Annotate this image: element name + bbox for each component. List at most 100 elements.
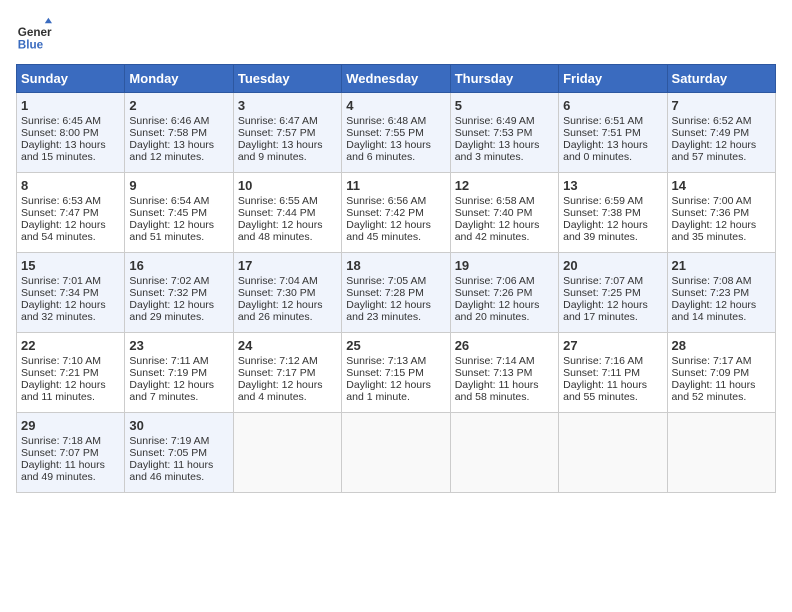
day-info: and 20 minutes.: [455, 311, 554, 323]
day-info: Sunset: 7:53 PM: [455, 127, 554, 139]
day-number: 7: [672, 98, 771, 113]
day-info: Sunset: 7:09 PM: [672, 367, 771, 379]
day-number: 11: [346, 178, 445, 193]
day-info: Sunset: 7:58 PM: [129, 127, 228, 139]
day-info: Daylight: 12 hours: [346, 379, 445, 391]
day-number: 13: [563, 178, 662, 193]
calendar-cell: 23Sunrise: 7:11 AMSunset: 7:19 PMDayligh…: [125, 333, 233, 413]
day-info: Daylight: 12 hours: [346, 219, 445, 231]
calendar-week-row: 15Sunrise: 7:01 AMSunset: 7:34 PMDayligh…: [17, 253, 776, 333]
day-info: Sunrise: 6:53 AM: [21, 195, 120, 207]
calendar-cell: 4Sunrise: 6:48 AMSunset: 7:55 PMDaylight…: [342, 93, 450, 173]
day-info: Daylight: 12 hours: [672, 139, 771, 151]
day-info: Sunset: 7:07 PM: [21, 447, 120, 459]
calendar-cell: 12Sunrise: 6:58 AMSunset: 7:40 PMDayligh…: [450, 173, 558, 253]
day-info: Sunrise: 6:58 AM: [455, 195, 554, 207]
day-info: Sunset: 7:21 PM: [21, 367, 120, 379]
day-number: 26: [455, 338, 554, 353]
day-info: Sunset: 7:51 PM: [563, 127, 662, 139]
day-info: Daylight: 12 hours: [21, 379, 120, 391]
day-number: 30: [129, 418, 228, 433]
day-info: Daylight: 13 hours: [21, 139, 120, 151]
svg-text:Blue: Blue: [18, 38, 44, 51]
day-number: 5: [455, 98, 554, 113]
day-info: and 6 minutes.: [346, 151, 445, 163]
day-info: Sunrise: 7:01 AM: [21, 275, 120, 287]
calendar-week-row: 29Sunrise: 7:18 AMSunset: 7:07 PMDayligh…: [17, 413, 776, 493]
day-info: and 17 minutes.: [563, 311, 662, 323]
day-info: Daylight: 11 hours: [21, 459, 120, 471]
day-info: Sunset: 7:23 PM: [672, 287, 771, 299]
day-info: Sunrise: 7:02 AM: [129, 275, 228, 287]
calendar-cell: 5 Sunrise: 6:49 AMSunset: 7:53 PMDaylight…: [450, 93, 558, 173]
calendar-cell: [342, 413, 450, 493]
day-info: and 42 minutes.: [455, 231, 554, 243]
day-info: Sunrise: 7:11 AM: [129, 355, 228, 367]
day-info: Daylight: 13 hours: [455, 139, 554, 151]
day-info: and 1 minute.: [346, 391, 445, 403]
day-number: 17: [238, 258, 337, 273]
day-number: 16: [129, 258, 228, 273]
calendar-cell: 9Sunrise: 6:54 AMSunset: 7:45 PMDaylight…: [125, 173, 233, 253]
day-header-wednesday: Wednesday: [342, 65, 450, 93]
day-info: Sunset: 7:34 PM: [21, 287, 120, 299]
day-info: Sunset: 7:45 PM: [129, 207, 228, 219]
day-info: Daylight: 12 hours: [238, 219, 337, 231]
day-info: Sunset: 7:57 PM: [238, 127, 337, 139]
day-info: and 3 minutes.: [455, 151, 554, 163]
day-number: 1: [21, 98, 120, 113]
calendar-cell: 18Sunrise: 7:05 AMSunset: 7:28 PMDayligh…: [342, 253, 450, 333]
calendar-cell: 28Sunrise: 7:17 AMSunset: 7:09 PMDayligh…: [667, 333, 775, 413]
day-info: Sunrise: 6:56 AM: [346, 195, 445, 207]
day-info: and 11 minutes.: [21, 391, 120, 403]
day-info: and 39 minutes.: [563, 231, 662, 243]
day-info: and 51 minutes.: [129, 231, 228, 243]
day-number: 27: [563, 338, 662, 353]
calendar-cell: [667, 413, 775, 493]
day-info: Sunrise: 6:51 AM: [563, 115, 662, 127]
day-number: 22: [21, 338, 120, 353]
day-info: and 23 minutes.: [346, 311, 445, 323]
calendar-cell: 11Sunrise: 6:56 AMSunset: 7:42 PMDayligh…: [342, 173, 450, 253]
calendar-cell: 22Sunrise: 7:10 AMSunset: 7:21 PMDayligh…: [17, 333, 125, 413]
calendar-cell: 30Sunrise: 7:19 AMSunset: 7:05 PMDayligh…: [125, 413, 233, 493]
day-info: Daylight: 11 hours: [563, 379, 662, 391]
day-info: and 55 minutes.: [563, 391, 662, 403]
calendar-cell: 24Sunrise: 7:12 AMSunset: 7:17 PMDayligh…: [233, 333, 341, 413]
day-info: Sunrise: 7:05 AM: [346, 275, 445, 287]
day-info: Daylight: 12 hours: [563, 219, 662, 231]
day-number: 3: [238, 98, 337, 113]
day-number: 19: [455, 258, 554, 273]
day-number: 4: [346, 98, 445, 113]
day-info: and 32 minutes.: [21, 311, 120, 323]
day-info: Sunrise: 7:18 AM: [21, 435, 120, 447]
day-info: Sunrise: 6:47 AM: [238, 115, 337, 127]
day-info: and 57 minutes.: [672, 151, 771, 163]
day-info: Sunset: 7:28 PM: [346, 287, 445, 299]
calendar-week-row: 8Sunrise: 6:53 AMSunset: 7:47 PMDaylight…: [17, 173, 776, 253]
calendar-week-row: 1Sunrise: 6:45 AMSunset: 8:00 PMDaylight…: [17, 93, 776, 173]
day-info: and 9 minutes.: [238, 151, 337, 163]
day-info: Sunrise: 6:49 AM: [455, 115, 554, 127]
calendar-week-row: 22Sunrise: 7:10 AMSunset: 7:21 PMDayligh…: [17, 333, 776, 413]
calendar-cell: 10Sunrise: 6:55 AMSunset: 7:44 PMDayligh…: [233, 173, 341, 253]
calendar-cell: [450, 413, 558, 493]
day-info: Sunrise: 7:17 AM: [672, 355, 771, 367]
day-info: and 49 minutes.: [21, 471, 120, 483]
day-info: Sunset: 7:19 PM: [129, 367, 228, 379]
day-info: and 54 minutes.: [21, 231, 120, 243]
day-info: Sunset: 7:38 PM: [563, 207, 662, 219]
day-info: Daylight: 12 hours: [672, 219, 771, 231]
day-info: Daylight: 12 hours: [346, 299, 445, 311]
day-info: Sunrise: 7:12 AM: [238, 355, 337, 367]
day-info: Daylight: 13 hours: [563, 139, 662, 151]
day-info: Sunset: 7:47 PM: [21, 207, 120, 219]
day-info: and 45 minutes.: [346, 231, 445, 243]
day-info: Daylight: 13 hours: [238, 139, 337, 151]
day-info: Sunrise: 7:19 AM: [129, 435, 228, 447]
calendar-cell: 26Sunrise: 7:14 AMSunset: 7:13 PMDayligh…: [450, 333, 558, 413]
day-info: Sunset: 7:30 PM: [238, 287, 337, 299]
day-info: Sunset: 7:17 PM: [238, 367, 337, 379]
page-header: General Blue: [16, 16, 776, 52]
day-info: and 7 minutes.: [129, 391, 228, 403]
